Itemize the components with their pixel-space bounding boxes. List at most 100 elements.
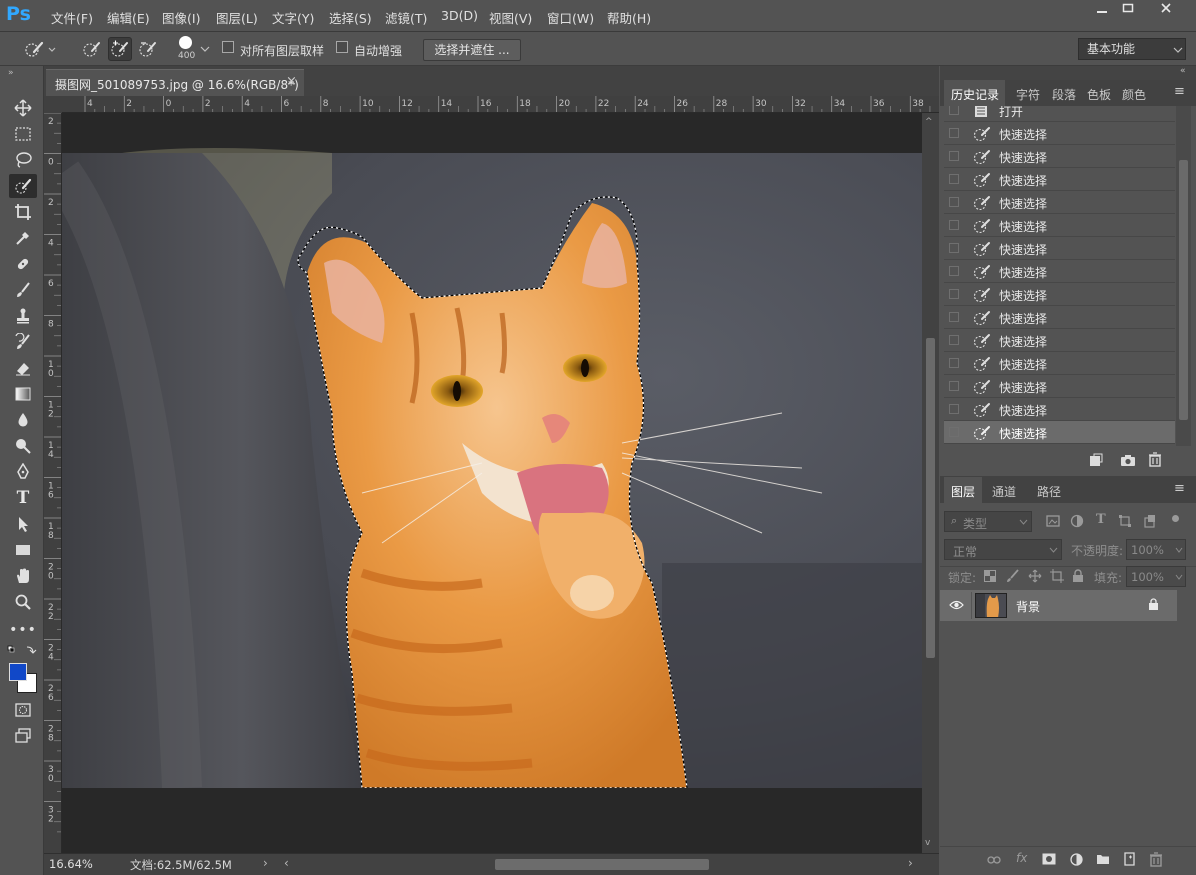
menu-window[interactable]: 窗口(W) — [547, 8, 594, 27]
history-source-box[interactable] — [949, 174, 959, 184]
history-source-box[interactable] — [949, 128, 959, 138]
eyedropper-icon[interactable] — [9, 226, 37, 250]
tab-channels[interactable]: 通道 — [992, 483, 1016, 500]
swap-colors-icon[interactable] — [7, 645, 37, 657]
healing-icon[interactable] — [9, 252, 37, 276]
quick-mask-icon[interactable] — [9, 698, 37, 722]
lasso-icon[interactable] — [9, 148, 37, 172]
status-menu-icon[interactable]: › — [263, 856, 268, 870]
history-source-box[interactable] — [949, 220, 959, 230]
trash-icon[interactable] — [1149, 852, 1163, 867]
history-source-box[interactable] — [949, 289, 959, 299]
trash-icon[interactable] — [1148, 452, 1162, 467]
scroll-left-icon[interactable]: ‹ — [284, 856, 289, 870]
filter-pixel-icon[interactable] — [1046, 514, 1060, 528]
history-item[interactable]: 快速选择 — [944, 329, 1175, 352]
history-item[interactable]: 快速选择 — [944, 352, 1175, 375]
menu-image[interactable]: 图像(I) — [162, 8, 200, 27]
pen-icon[interactable] — [9, 460, 37, 484]
zoom-icon[interactable] — [9, 590, 37, 614]
history-source-box[interactable] — [949, 243, 959, 253]
new-layer-icon[interactable] — [1123, 852, 1136, 866]
vertical-scroll-thumb[interactable] — [926, 338, 935, 658]
tab-paragraph[interactable]: 段落 — [1052, 86, 1076, 103]
rectangle-icon[interactable] — [9, 538, 37, 562]
close-tab-icon[interactable]: × — [286, 74, 297, 89]
tab-swatches[interactable]: 色板 — [1087, 86, 1111, 103]
new-group-icon[interactable] — [1096, 853, 1110, 865]
lock-transparent-icon[interactable] — [984, 570, 996, 582]
history-source-box[interactable] — [949, 312, 959, 322]
new-selection-icon[interactable] — [80, 37, 104, 61]
menu-view[interactable]: 视图(V) — [489, 8, 532, 27]
menu-file[interactable]: 文件(F) — [51, 8, 93, 27]
screen-mode-icon[interactable] — [9, 724, 37, 748]
filter-toggle-icon[interactable] — [1172, 515, 1179, 522]
history-item[interactable]: 快速选择 — [944, 283, 1175, 306]
panel-menu-icon[interactable]: ≡ — [1174, 481, 1185, 496]
history-item[interactable]: 快速选择 — [944, 214, 1175, 237]
scroll-right-icon[interactable]: › — [908, 856, 913, 870]
menu-3d[interactable]: 3D(D) — [441, 8, 478, 23]
tab-layers[interactable]: 图层 — [944, 477, 982, 503]
tab-history[interactable]: 历史记录 — [944, 80, 1005, 106]
move-icon[interactable] — [9, 96, 37, 120]
scroll-down-icon[interactable]: v — [925, 838, 930, 848]
new-document-from-state-icon[interactable] — [1088, 453, 1104, 467]
new-adjustment-icon[interactable] — [1070, 853, 1083, 866]
history-item[interactable]: 快速选择 — [944, 306, 1175, 329]
history-item[interactable]: 快速选择 — [944, 375, 1175, 398]
tab-paths[interactable]: 路径 — [1037, 483, 1061, 500]
history-source-box[interactable] — [949, 197, 959, 207]
history-item[interactable]: 快速选择 — [944, 145, 1175, 168]
menu-help[interactable]: 帮助(H) — [607, 8, 651, 27]
auto-enhance-checkbox[interactable] — [336, 41, 348, 53]
history-brush-icon[interactable] — [9, 330, 37, 354]
minimize-icon[interactable] — [1088, 2, 1116, 22]
chevron-down-icon[interactable] — [200, 45, 210, 53]
collapse-icon[interactable]: « — [1180, 66, 1186, 76]
history-item[interactable]: 快速选择 — [944, 168, 1175, 191]
history-item-current[interactable]: 快速选择 — [944, 421, 1175, 444]
zoom-level[interactable]: 16.64% — [49, 857, 93, 871]
hand-icon[interactable] — [9, 564, 37, 588]
layer-row[interactable]: 背景 — [940, 590, 1177, 621]
history-source-box[interactable] — [949, 106, 959, 115]
canvas[interactable] — [62, 113, 922, 855]
marquee-icon[interactable] — [9, 122, 37, 146]
menu-select[interactable]: 选择(S) — [329, 8, 372, 27]
history-item[interactable]: 快速选择 — [944, 237, 1175, 260]
crop-icon[interactable] — [9, 200, 37, 224]
blend-mode-select[interactable]: 正常 — [944, 539, 1062, 560]
add-selection-icon[interactable] — [108, 37, 132, 61]
link-layers-icon[interactable] — [987, 855, 1001, 865]
history-source-box[interactable] — [949, 151, 959, 161]
filter-shape-icon[interactable] — [1118, 514, 1132, 528]
history-item[interactable]: 快速选择 — [944, 260, 1175, 283]
tool-preset-picker[interactable] — [20, 37, 60, 61]
history-item[interactable]: 快速选择 — [944, 191, 1175, 214]
lock-artboard-icon[interactable] — [1050, 569, 1064, 583]
scroll-up-icon[interactable]: ^ — [925, 117, 933, 127]
layer-name[interactable]: 背景 — [1016, 598, 1040, 615]
more-icon[interactable]: ••• — [9, 618, 37, 642]
history-source-box[interactable] — [949, 404, 959, 414]
path-select-icon[interactable] — [9, 512, 37, 536]
tab-character[interactable]: 字符 — [1016, 86, 1040, 103]
quick-select-icon[interactable] — [9, 174, 37, 198]
history-scrollbar[interactable] — [1176, 106, 1191, 446]
subtract-selection-icon[interactable] — [136, 37, 160, 61]
layer-filter-select[interactable]: ⌕ 类型 — [944, 511, 1032, 532]
menu-type[interactable]: 文字(Y) — [272, 8, 314, 27]
history-item[interactable]: 快速选择 — [944, 398, 1175, 421]
history-scroll-thumb[interactable] — [1179, 160, 1188, 420]
horizontal-scroll-thumb[interactable] — [495, 859, 709, 870]
fill-input[interactable]: 100% — [1126, 566, 1186, 587]
brush-icon[interactable] — [9, 278, 37, 302]
history-item[interactable]: 快速选择 — [944, 122, 1175, 145]
gradient-icon[interactable] — [9, 382, 37, 406]
brush-size-picker[interactable]: 400 — [176, 35, 196, 63]
stamp-icon[interactable] — [9, 304, 37, 328]
camera-icon[interactable] — [1120, 453, 1136, 467]
type-icon[interactable]: T — [9, 486, 37, 510]
